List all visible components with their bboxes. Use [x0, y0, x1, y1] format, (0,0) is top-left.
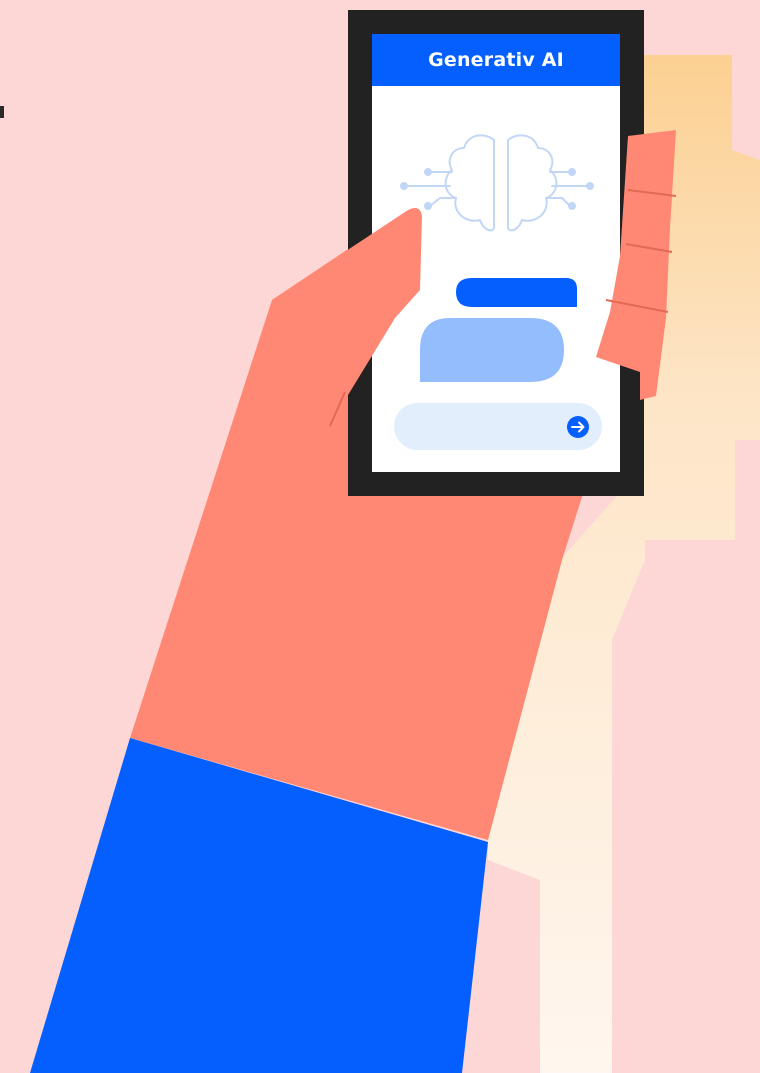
illustration-scene: Generativ AI [0, 0, 760, 1073]
chat-bubble-ai [420, 318, 564, 382]
send-button[interactable] [567, 416, 589, 438]
app-title: Generativ AI [428, 49, 564, 71]
corner-mark [0, 106, 4, 118]
chat-bubble-user [456, 278, 577, 307]
